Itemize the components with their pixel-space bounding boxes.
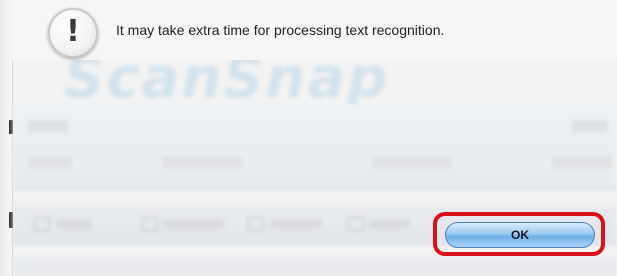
exclamation-glyph: ! [66,14,80,49]
background-blurred-label [372,156,452,168]
background-blurred-label [28,120,68,132]
alert-sheet: ! It may take extra time for processing … [12,0,617,60]
background-settings-band [12,104,617,190]
background-blurred-label [28,156,72,168]
ok-button[interactable]: OK [445,222,595,248]
background-blurred-label [572,120,608,132]
background-blurred-label [162,156,242,168]
alert-message: It may take extra time for processing te… [116,22,445,38]
background-footer [12,256,617,276]
background-divider [12,188,617,190]
background-tool [142,216,224,231]
background-blurred-label [552,156,612,168]
exclamation-icon: ! [48,8,98,58]
screenshot-frame: ScanSnap ! It may take extra time for pr… [0,0,617,276]
background-tool [248,216,322,231]
background-tool [34,216,92,231]
background-tool [348,216,410,231]
